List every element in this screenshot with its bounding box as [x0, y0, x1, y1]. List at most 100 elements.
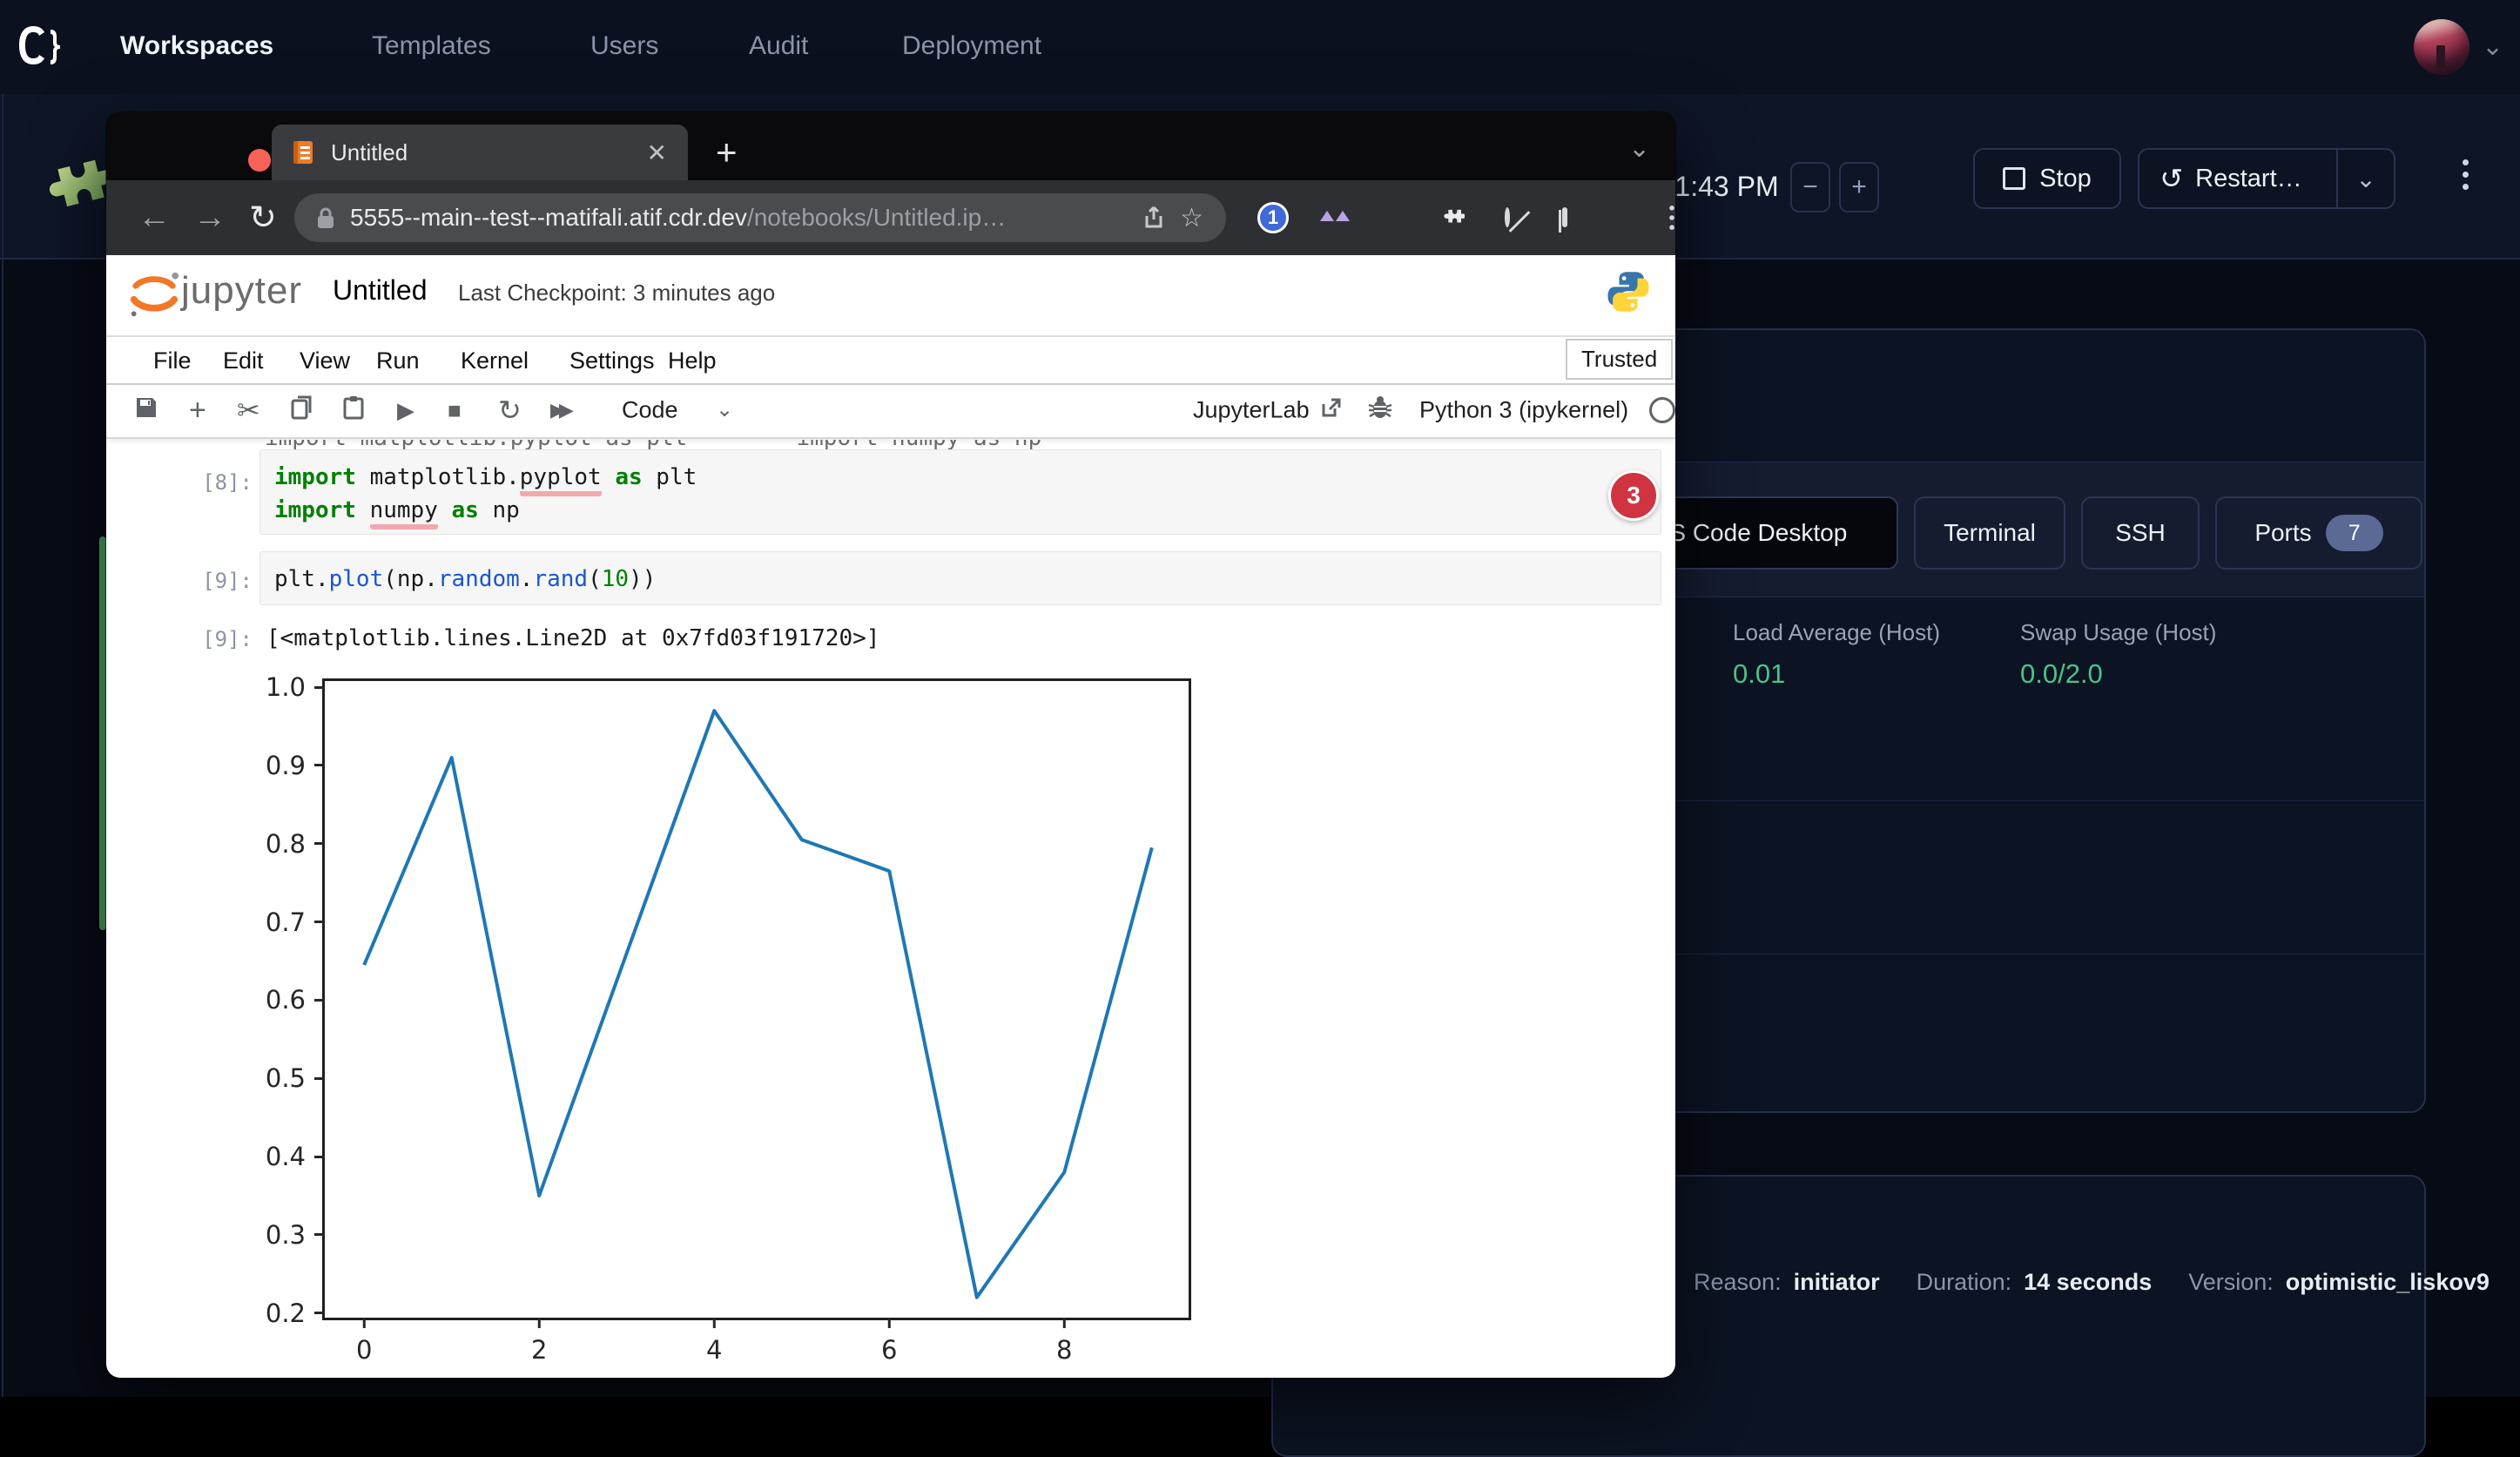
address-bar[interactable]: 5555--main--test--matifali.atif.cdr.dev/… — [294, 193, 1226, 242]
menu-run[interactable]: Run — [373, 342, 423, 380]
browser-tab-strip: Untitled ✕ + ⌄ — [106, 112, 1675, 180]
nav-item-audit[interactable]: Audit — [749, 0, 808, 92]
page-left-border — [2, 94, 3, 1397]
nav-item-users[interactable]: Users — [590, 0, 658, 92]
ports-count-badge: 7 — [2326, 515, 2383, 551]
menu-settings[interactable]: Settings — [566, 342, 658, 380]
extension-blocker-icon[interactable] — [1505, 210, 1510, 226]
nav-item-templates[interactable]: Templates — [372, 0, 491, 92]
back-button[interactable]: ← — [138, 199, 171, 237]
cell8-line2: import numpy as np — [274, 494, 1661, 527]
workspace-kebab-menu[interactable] — [2463, 153, 2469, 196]
output9-text: [<matplotlib.lines.Line2D at 0x7fd03f191… — [266, 625, 879, 651]
restart-options-chevron[interactable]: ⌄ — [2336, 150, 2394, 207]
python-logo-icon — [1606, 269, 1651, 319]
browser-tab[interactable]: Untitled ✕ — [272, 125, 688, 180]
stat-load-average: Load Average (Host) 0.01 — [1733, 619, 1940, 690]
jupyter-logo-icon — [127, 267, 181, 326]
interrupt-kernel-icon[interactable]: ■ — [448, 399, 462, 422]
notebook-favicon — [293, 139, 315, 165]
run-cell-icon[interactable]: ▶ — [397, 399, 414, 422]
cell9-prompt: [9]: — [157, 569, 253, 593]
user-avatar[interactable] — [2414, 19, 2469, 75]
browser-toolbar: ← → ↻ 5555--main--test--matifali.atif.cd… — [106, 180, 1675, 255]
build-meta-row: Reason: initiator Duration: 14 seconds V… — [1694, 1269, 2490, 1296]
extension-1password-icon[interactable]: 1 — [1257, 202, 1289, 233]
jupyter-notebook-page: jupyter Untitled Last Checkpoint: 3 minu… — [106, 255, 1675, 1378]
stop-button[interactable]: Stop — [1973, 148, 2121, 209]
restart-icon: ↺ — [2160, 162, 2183, 195]
notification-badge[interactable]: 3 — [1608, 470, 1659, 521]
add-cell-icon[interactable]: + — [189, 395, 206, 425]
open-jupyterlab-link[interactable]: JupyterLab — [1193, 399, 1310, 422]
side-panel-icon[interactable] — [1562, 210, 1567, 226]
cell8-prompt: [8]: — [157, 470, 253, 495]
last-checkpoint: Last Checkpoint: 3 minutes ago — [458, 280, 775, 307]
window-close-button[interactable] — [248, 149, 271, 172]
lock-icon — [317, 206, 334, 229]
forward-button[interactable]: → — [193, 199, 226, 237]
template-puzzle-icon — [26, 139, 110, 227]
avatar-chevron-down-icon[interactable]: ⌄ — [2482, 31, 2503, 62]
kernel-name[interactable]: Python 3 (ipykernel) — [1419, 399, 1628, 422]
bookmark-star-icon[interactable]: ☆ — [1180, 203, 1203, 233]
jupyter-brand-text: jupyter — [181, 269, 302, 313]
menu-edit[interactable]: Edit — [219, 342, 267, 380]
kernel-status-icon — [1649, 397, 1675, 423]
cell8-input[interactable]: import matplotlib.pyplot as plt import n… — [259, 449, 1661, 535]
debugger-bug-icon[interactable] — [1367, 395, 1393, 426]
url-path: /notebooks/Untitled.ip… — [747, 204, 1006, 231]
menu-view[interactable]: View — [296, 342, 354, 380]
coder-logo[interactable] — [16, 21, 66, 76]
cell-type-select[interactable]: Code — [622, 399, 678, 422]
cell-type-chevron-icon[interactable]: ⌄ — [716, 400, 733, 421]
app-button-terminal[interactable]: Terminal — [1914, 496, 2065, 570]
reload-button[interactable]: ↻ — [249, 199, 277, 238]
menu-help[interactable]: Help — [664, 342, 720, 380]
tab-title: Untitled — [331, 139, 631, 166]
x-axis-ticks: 02468 — [325, 681, 1189, 1318]
stop-icon — [2003, 167, 2025, 190]
clock-time: 11:43 PM — [1661, 171, 1779, 203]
browser-menu-kebab[interactable] — [1669, 200, 1674, 234]
save-icon[interactable] — [134, 395, 158, 425]
menu-file[interactable]: File — [150, 342, 195, 380]
version-value: optimistic_liskov9 — [2286, 1269, 2490, 1296]
restart-button[interactable]: ↺ Restart… ⌄ — [2138, 148, 2395, 209]
tab-close-icon[interactable]: ✕ — [647, 138, 667, 167]
paste-cell-icon[interactable] — [343, 395, 364, 425]
zoom-in-button[interactable]: + — [1839, 162, 1879, 212]
top-nav: Workspaces Templates Users Audit Deploym… — [0, 0, 2520, 96]
nav-item-deployment[interactable]: Deployment — [902, 0, 1041, 92]
menu-kernel[interactable]: Kernel — [457, 342, 532, 380]
new-tab-button[interactable]: + — [716, 132, 738, 173]
cell8-line1: import matplotlib.pyplot as plt — [274, 461, 1661, 494]
nav-item-workspaces[interactable]: Workspaces — [120, 0, 273, 92]
reason-value: initiator — [1794, 1269, 1880, 1296]
jupyter-menu-bar: File Edit View Run Kernel Settings Help … — [106, 335, 1675, 385]
jupyter-header: jupyter Untitled Last Checkpoint: 3 minu… — [106, 255, 1675, 337]
external-link-icon[interactable] — [1321, 397, 1342, 423]
app-button-ssh[interactable]: SSH — [2081, 496, 2200, 570]
trusted-badge[interactable]: Trusted — [1566, 339, 1673, 380]
output9-prompt: [9]: — [157, 627, 253, 651]
browser-window: Untitled ✕ + ⌄ ← → ↻ 5555--main--test--m… — [106, 112, 1675, 1378]
app-button-ports[interactable]: Ports 7 — [2215, 496, 2422, 570]
cut-cell-icon[interactable]: ✂ — [237, 396, 260, 424]
url-host: 5555--main--test--matifali.atif.cdr.dev — [350, 204, 747, 231]
extensions-puzzle-icon[interactable] — [1437, 202, 1465, 234]
restart-kernel-icon[interactable]: ↻ — [498, 396, 522, 424]
cell9-line: plt.plot(np.random.rand(10)) — [274, 563, 1661, 596]
stat-swap-usage: Swap Usage (Host) 0.0/2.0 — [2020, 619, 2216, 690]
version-label: Version: — [2188, 1269, 2274, 1296]
notebook-title[interactable]: Untitled — [333, 274, 428, 307]
run-all-icon[interactable]: ▶▶ — [550, 401, 568, 420]
duration-label: Duration: — [1917, 1269, 2012, 1296]
cell9-input[interactable]: plt.plot(np.random.rand(10)) — [259, 551, 1661, 605]
jupyter-toolbar: + ✂ ▶ ■ ↻ ▶▶ Code ⌄ JupyterLab — [106, 383, 1675, 439]
copy-cell-icon[interactable] — [291, 395, 313, 425]
share-icon[interactable] — [1143, 206, 1164, 230]
zoom-out-button[interactable]: − — [1790, 162, 1830, 212]
chart-plot-area: 0.20.30.40.50.60.70.80.91.0 02468 — [322, 678, 1191, 1320]
tab-search-chevron-icon[interactable]: ⌄ — [1628, 133, 1650, 164]
